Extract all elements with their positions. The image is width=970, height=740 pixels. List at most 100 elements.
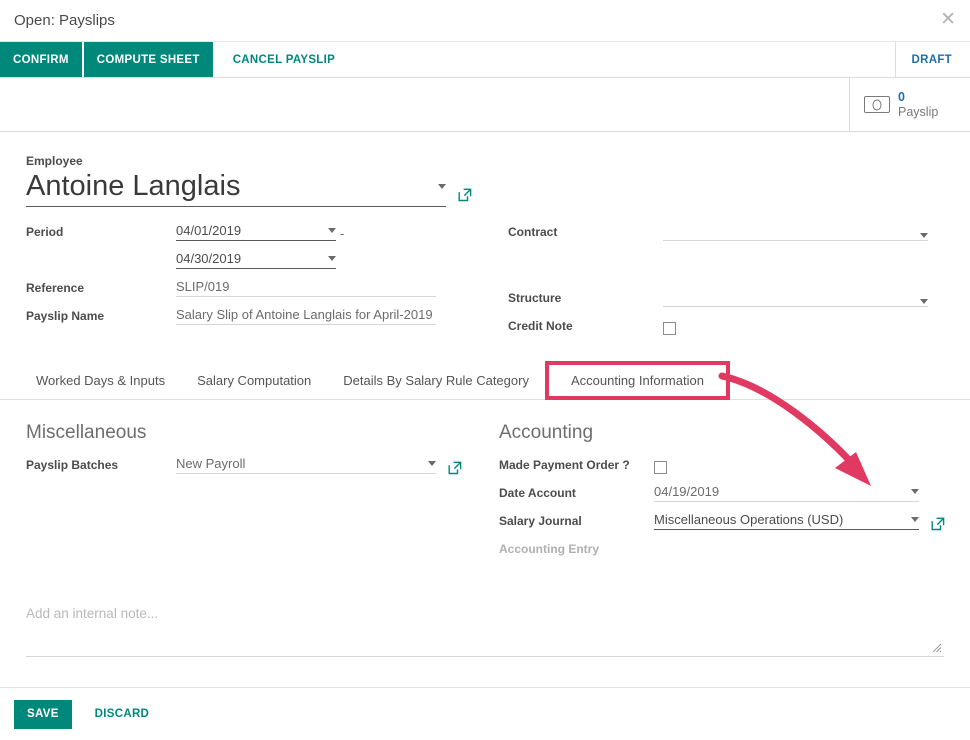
form-columns: Period 04/01/2019 - 04/30/2019 Reference… [26, 221, 944, 343]
period-separator: - [340, 226, 345, 242]
employee-label: Employee [26, 154, 83, 168]
period-to-row: 04/30/2019 [26, 249, 476, 270]
salary-journal-label: Salary Journal [499, 514, 582, 529]
external-link-icon[interactable] [931, 517, 945, 531]
internal-note-input[interactable] [26, 621, 944, 658]
chevron-down-icon[interactable] [920, 299, 928, 305]
accounting-title: Accounting [499, 422, 594, 444]
tab-salary-computation[interactable]: Salary Computation [181, 361, 327, 399]
accounting-entry-row: Accounting Entry [499, 538, 944, 558]
employee-input[interactable]: Antoine Langlais [26, 170, 446, 208]
payslip-name-input[interactable]: Salary Slip of Antoine Langlais for Apri… [176, 307, 436, 326]
payslip-name-value: Salary Slip of Antoine Langlais for Apri… [176, 307, 433, 323]
contract-field-wrap [663, 233, 944, 242]
chevron-down-icon[interactable] [428, 461, 436, 467]
internal-note-area: Add an internal note... [0, 606, 970, 658]
payslip-name-row: Payslip Name Salary Slip of Antoine Lang… [26, 305, 476, 326]
reference-label: Reference [26, 281, 85, 296]
accounting-section: Accounting Made Payment Order ? Date Acc… [467, 422, 945, 566]
made-payment-order-field-wrap [654, 461, 944, 475]
credit-note-field-wrap [663, 322, 944, 336]
resize-grip-icon[interactable] [932, 643, 942, 653]
date-account-field-wrap: 04/19/2019 [654, 484, 944, 503]
payslip-batches-field-wrap: New Payroll [176, 456, 467, 475]
salary-journal-field-wrap: Miscellaneous Operations (USD) [654, 512, 945, 531]
chevron-down-icon[interactable] [328, 228, 336, 234]
chevron-down-icon[interactable] [438, 184, 446, 190]
employee-value: Antoine Langlais [26, 170, 241, 202]
accounting-information-panel: Miscellaneous Payslip Batches New Payrol… [0, 400, 970, 566]
period-from-row: Period 04/01/2019 - [26, 221, 476, 242]
tab-bar-wrap: Worked Days & Inputs Salary Computation … [0, 361, 970, 401]
right-spacer-row [508, 249, 944, 269]
payslip-batches-label: Payslip Batches [26, 458, 119, 473]
contract-label: Contract [508, 225, 558, 240]
payslip-stat-button[interactable]: 0 Payslip [850, 78, 970, 131]
tab-worked-days-inputs[interactable]: Worked Days & Inputs [20, 361, 181, 399]
payslip-stat-text: 0 Payslip [898, 90, 938, 119]
miscellaneous-section: Miscellaneous Payslip Batches New Payrol… [26, 422, 467, 566]
reference-field-wrap: SLIP/019 [176, 279, 476, 298]
structure-row: Structure [508, 287, 944, 308]
money-icon [864, 96, 890, 113]
made-payment-order-row: Made Payment Order ? [499, 454, 944, 475]
payslip-name-field-wrap: Salary Slip of Antoine Langlais for Apri… [176, 307, 476, 326]
structure-input[interactable] [663, 299, 928, 308]
payslip-batches-input[interactable]: New Payroll [176, 456, 436, 475]
credit-note-row: Credit Note [508, 315, 944, 336]
reference-value: SLIP/019 [176, 279, 230, 295]
salary-journal-row: Salary Journal Miscellaneous Operations … [499, 510, 945, 531]
chevron-down-icon[interactable] [911, 489, 919, 495]
structure-field-wrap [663, 299, 944, 308]
tab-bar: Worked Days & Inputs Salary Computation … [0, 361, 970, 401]
structure-label: Structure [508, 291, 562, 306]
close-icon[interactable]: ✕ [940, 10, 956, 29]
chevron-down-icon[interactable] [911, 517, 919, 523]
cancel-payslip-button[interactable]: CANCEL PAYSLIP [220, 42, 348, 77]
payslip-stat-label: Payslip [898, 104, 939, 119]
chevron-down-icon[interactable] [920, 233, 928, 239]
contract-row: Contract [508, 221, 944, 242]
stat-row-spacer [0, 78, 850, 131]
external-link-icon[interactable] [458, 188, 472, 202]
date-account-value: 04/19/2019 [654, 484, 720, 500]
period-to-input[interactable]: 04/30/2019 [176, 251, 336, 270]
reference-row: Reference SLIP/019 [26, 277, 476, 298]
contract-input[interactable] [663, 233, 928, 242]
discard-button[interactable]: DISCARD [82, 708, 163, 720]
form-column-left: Period 04/01/2019 - 04/30/2019 Reference… [26, 221, 476, 343]
status-badge-draft[interactable]: DRAFT [912, 54, 952, 66]
employee-block: Employee Antoine Langlais [26, 154, 944, 208]
form-column-right: Contract Structure Credit Note [476, 221, 944, 343]
control-panel: CONFIRM COMPUTE SHEET CANCEL PAYSLIP DRA… [0, 41, 970, 78]
credit-note-checkbox[interactable] [663, 322, 676, 336]
period-from-value: 04/01/2019 [176, 223, 242, 239]
salary-journal-input[interactable]: Miscellaneous Operations (USD) [654, 512, 919, 531]
period-label: Period [26, 225, 64, 240]
tab-details-by-salary-rule-category[interactable]: Details By Salary Rule Category [327, 361, 545, 399]
date-account-label: Date Account [499, 486, 576, 501]
dialog-title: Open: Payslips [14, 12, 115, 29]
date-account-input[interactable]: 04/19/2019 [654, 484, 919, 503]
compute-sheet-button[interactable]: COMPUTE SHEET [83, 42, 213, 77]
payslip-batches-row: Payslip Batches New Payroll [26, 454, 467, 475]
period-to-field-wrap: 04/30/2019 [176, 251, 476, 270]
period-from-input[interactable]: 04/01/2019 [176, 223, 336, 242]
save-button[interactable]: SAVE [14, 699, 72, 729]
period-to-value: 04/30/2019 [176, 251, 242, 267]
internal-note-placeholder: Add an internal note... [26, 606, 159, 622]
confirm-button[interactable]: CONFIRM [0, 42, 82, 77]
period-to-label-spacer [26, 267, 176, 269]
stat-button-row: 0 Payslip [0, 78, 970, 132]
made-payment-order-label: Made Payment Order ? [499, 458, 630, 473]
external-link-icon[interactable] [448, 461, 462, 475]
tab-accounting-information[interactable]: Accounting Information [544, 361, 730, 401]
right-spacer-label [508, 267, 663, 269]
chevron-down-icon[interactable] [328, 256, 336, 262]
accounting-columns: Miscellaneous Payslip Batches New Payrol… [26, 422, 945, 566]
miscellaneous-title: Miscellaneous [26, 422, 147, 444]
payslip-dialog: Open: Payslips ✕ CONFIRM COMPUTE SHEET C… [0, 0, 970, 740]
period-from-field-wrap: 04/01/2019 - [176, 223, 476, 242]
made-payment-order-checkbox[interactable] [654, 461, 667, 475]
reference-input[interactable]: SLIP/019 [176, 279, 436, 298]
